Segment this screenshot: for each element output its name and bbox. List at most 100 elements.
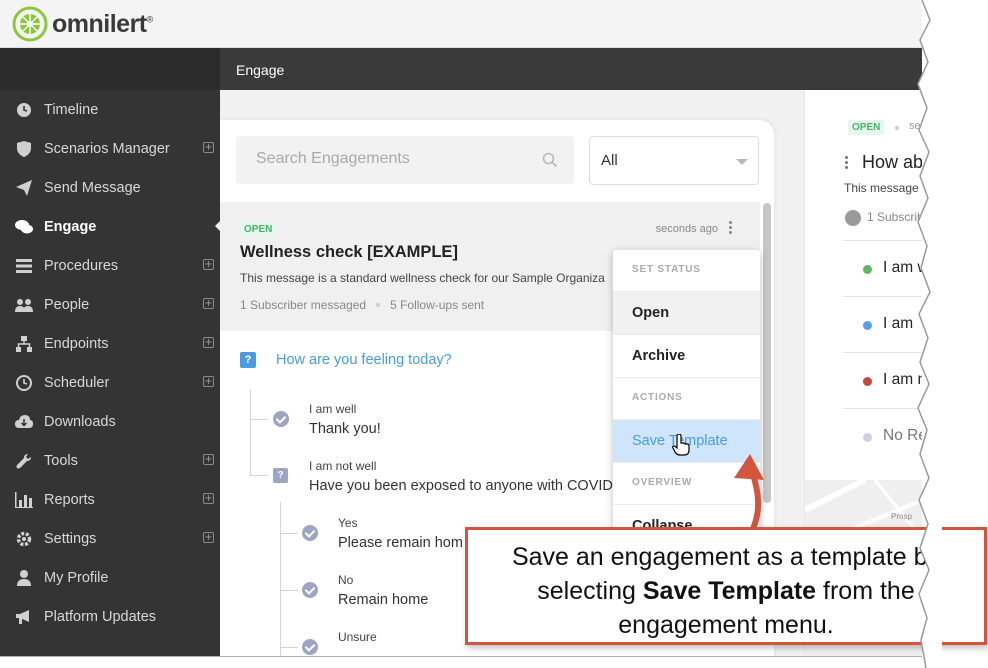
response-option-text: I am: [883, 315, 914, 332]
menu-section-actions: ACTIONS: [613, 378, 760, 420]
sidebar-item-downloads[interactable]: Downloads: [0, 402, 220, 441]
tree-line: [250, 390, 251, 475]
list-icon: [14, 256, 34, 276]
sub-response-label: Unsure: [338, 630, 377, 644]
response-check-icon: [302, 639, 318, 655]
filter-selected-value: All: [601, 152, 618, 169]
bullhorn-icon: [14, 607, 34, 627]
expand-plus-icon[interactable]: +: [203, 337, 214, 348]
sidebar-item-label: Scheduler: [44, 374, 110, 391]
shield-icon: [14, 139, 34, 159]
engagement-meta: 1 Subscriber messaged 5 Follow-ups sent: [240, 298, 484, 312]
menu-item-open[interactable]: Open: [613, 292, 760, 335]
response-option-row[interactable]: No Re: [843, 408, 922, 464]
user-icon: [14, 568, 34, 588]
status-dot-icon: [863, 321, 872, 330]
engagement-question[interactable]: ? How are you feeling today?: [240, 352, 452, 368]
response-followup: Thank you!: [309, 421, 381, 437]
page-title: Engage: [236, 62, 285, 78]
annotation-line-1: Save an engagement as a template by: [511, 543, 941, 571]
chat-bubbles-icon: [14, 217, 34, 237]
tree-line: [280, 590, 298, 591]
sidebar-item-timeline[interactable]: Timeline: [0, 90, 220, 129]
sidebar-item-label: Scenarios Manager: [44, 140, 170, 157]
expand-plus-icon[interactable]: +: [203, 142, 214, 153]
sidebar-item-tools[interactable]: Tools +: [0, 441, 220, 480]
tree-line: [280, 647, 298, 648]
tree-line: [280, 502, 281, 660]
sidebar-item-label: Tools: [44, 452, 78, 469]
response-check-icon: [302, 582, 318, 598]
sidebar-item-label: Endpoints: [44, 335, 109, 352]
sidebar-item-engage[interactable]: Engage: [0, 207, 220, 246]
search-input[interactable]: Search Engagements: [236, 136, 574, 184]
bar-chart-icon: [14, 490, 34, 510]
response-check-icon: [273, 411, 289, 427]
sidebar-header: [0, 48, 220, 90]
omnilert-logo-mark-icon: [12, 6, 48, 42]
sidebar-item-label: Settings: [44, 530, 97, 547]
menu-section-set-status: SET STATUS: [613, 250, 760, 292]
engagement-description: This message is a standard wellness chec…: [240, 271, 605, 285]
annotation-line-3: engagement menu.: [618, 611, 834, 639]
map-label: Prosp: [891, 512, 912, 521]
sub-response-label: No: [338, 573, 354, 587]
sub-response-followup: Remain home: [338, 592, 429, 608]
response-option-row[interactable]: I am: [843, 296, 922, 352]
expand-plus-icon[interactable]: +: [203, 493, 214, 504]
gear-icon: [14, 529, 34, 549]
status-dot-icon: [863, 377, 872, 386]
engagement-title: Wellness check [EXAMPLE]: [240, 243, 458, 261]
bottom-torn-edge: [0, 656, 922, 668]
sidebar-item-label: Platform Updates: [44, 608, 157, 625]
response-option-row[interactable]: I am n: [843, 352, 922, 408]
clock-icon: [14, 373, 34, 393]
response-check-icon: [302, 525, 318, 541]
cloud-download-icon: [14, 412, 34, 432]
question-icon: ?: [240, 352, 256, 368]
response-option-row[interactable]: I am w: [843, 240, 922, 296]
response-label: I am not well: [309, 459, 377, 473]
detail-kebab-menu-icon[interactable]: [845, 156, 848, 171]
expand-plus-icon[interactable]: +: [203, 298, 214, 309]
sidebar-item-procedures[interactable]: Procedures +: [0, 246, 220, 285]
annotation-highlight: Save Template: [642, 577, 817, 605]
sidebar-item-label: Send Message: [44, 179, 141, 196]
annotation-line-2: selecting Save Template from the: [537, 577, 915, 605]
response-followup: Have you been exposed to anyone with COV…: [309, 478, 618, 494]
sidebar-item-settings[interactable]: Settings +: [0, 519, 220, 558]
expand-plus-icon[interactable]: +: [203, 376, 214, 387]
sidebar-item-label: Reports: [44, 491, 95, 508]
expand-plus-icon[interactable]: +: [203, 454, 214, 465]
status-filter-select[interactable]: All: [589, 136, 759, 185]
wrench-icon: [14, 451, 34, 471]
separator-dot: [895, 126, 899, 130]
omnilert-logo[interactable]: omnilert®: [12, 6, 153, 42]
sidebar-item-label: Engage: [44, 218, 97, 235]
expand-plus-icon[interactable]: +: [203, 532, 214, 543]
sidebar-item-label: People: [44, 296, 90, 313]
tree-line: [280, 533, 298, 534]
status-dot-icon: [863, 265, 872, 274]
search-icon[interactable]: [542, 152, 558, 168]
followup-count: 5 Follow-ups sent: [390, 298, 485, 312]
sidebar: Timeline Scenarios Manager + Send Message En…: [0, 48, 220, 660]
separator-dot: [376, 303, 381, 307]
expand-plus-icon[interactable]: +: [203, 259, 214, 270]
tree-line: [250, 419, 268, 420]
kebab-menu-icon[interactable]: [726, 221, 734, 237]
sidebar-item-send-message[interactable]: Send Message: [0, 168, 220, 207]
sidebar-item-endpoints[interactable]: Endpoints +: [0, 324, 220, 363]
sidebar-item-scheduler[interactable]: Scheduler +: [0, 363, 220, 402]
sidebar-item-platform-updates[interactable]: Platform Updates: [0, 597, 220, 636]
sidebar-item-people[interactable]: People +: [0, 285, 220, 324]
sitemap-icon: [14, 334, 34, 354]
sidebar-item-my-profile[interactable]: My Profile: [0, 558, 220, 597]
chevron-down-icon: [736, 159, 748, 165]
detail-description: This message: [844, 181, 919, 195]
logo-bar: omnilert®: [0, 0, 922, 48]
sub-response-followup: Please remain hom: [338, 535, 463, 551]
menu-item-archive[interactable]: Archive: [613, 335, 760, 378]
sidebar-item-reports[interactable]: Reports +: [0, 480, 220, 519]
sidebar-item-scenarios-manager[interactable]: Scenarios Manager +: [0, 129, 220, 168]
